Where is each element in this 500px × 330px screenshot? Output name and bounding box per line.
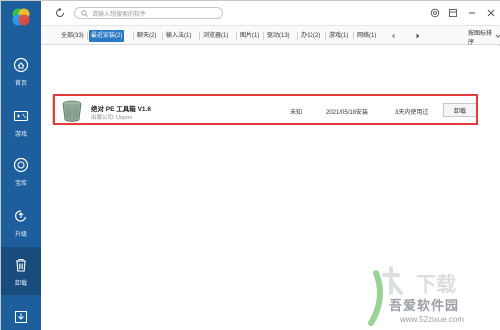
search-icon (81, 9, 88, 17)
usage-info: 3天内使用过 (395, 110, 429, 116)
toolbox-app-icon (61, 99, 83, 123)
tab-divider (87, 32, 88, 40)
app-window: 首页 游戏 宝库 升级 卸载 请输入想搜索的软件 全部(33) 最近安装(2) … (0, 0, 500, 330)
sidebar-item-treasure[interactable]: 宝库 (1, 147, 41, 195)
sidebar-item-games[interactable]: 游戏 (1, 98, 41, 146)
watermark-text: 吾爱软件园 (389, 298, 460, 313)
tab-divider (325, 32, 326, 40)
tab-driver[interactable]: 驱动(13) (265, 30, 292, 42)
tab-recent[interactable]: 最近安装(2) (89, 30, 125, 42)
download-button[interactable] (1, 305, 41, 330)
sidebar-item-label: 卸载 (14, 280, 27, 287)
install-date: 2021/05/18安装 (326, 110, 369, 116)
list-item[interactable]: 绝对 PE 工具箱 V1.6 出版公司: Uepon 未知 2021/05/18… (52, 95, 478, 124)
tab-divider (199, 32, 200, 40)
watermark-logo-text: 下载 (416, 272, 456, 296)
tab-network[interactable]: 网络(1) (355, 30, 378, 42)
refresh-icon[interactable] (54, 7, 66, 19)
sort-dropdown[interactable]: 按图标排序 (468, 31, 500, 46)
tab-chat[interactable]: 聊天(2) (135, 30, 158, 42)
home-icon (12, 56, 30, 74)
top-bar: 请输入想搜索的软件 (41, 1, 500, 25)
search-placeholder: 请输入想搜索的软件 (92, 11, 147, 18)
app-size: 未知 (290, 110, 303, 116)
search-input[interactable]: 请输入想搜索的软件 (74, 7, 223, 19)
chevron-down-icon (495, 33, 500, 41)
minimize-icon[interactable] (466, 7, 477, 18)
tab-all[interactable]: 全部(33) (59, 30, 86, 42)
tab-image[interactable]: 图片(1) (238, 30, 261, 42)
tab-divider (353, 32, 354, 40)
treasure-icon (12, 156, 30, 174)
tab-office[interactable]: 办公(2) (299, 30, 322, 42)
skin-icon[interactable] (447, 7, 458, 18)
tab-divider (236, 32, 237, 40)
sidebar: 首页 游戏 宝库 升级 卸载 (1, 1, 41, 330)
app-logo-icon (11, 7, 31, 27)
tab-prev-icon[interactable] (389, 32, 397, 40)
settings-icon[interactable] (429, 7, 440, 18)
tab-input-method[interactable]: 输入法(1) (164, 30, 193, 42)
category-tabs: 全部(33) 最近安装(2) 聊天(2) 输入法(1) 浏览器(1) 图片(1)… (41, 25, 500, 46)
sidebar-item-label: 宝库 (14, 180, 27, 187)
tab-divider (162, 32, 163, 40)
sidebar-item-home[interactable]: 首页 (1, 47, 41, 95)
tab-divider (133, 32, 134, 40)
tab-games[interactable]: 游戏(1) (327, 30, 350, 42)
close-icon[interactable] (485, 7, 496, 18)
trash-icon (12, 256, 30, 274)
sidebar-item-uninstall[interactable]: 卸载 (1, 247, 41, 295)
sidebar-item-upgrade[interactable]: 升级 (1, 198, 41, 246)
app-publisher: 出版公司: Uepon (91, 115, 133, 121)
upgrade-icon (12, 207, 30, 225)
sort-label: 按图标排序 (468, 30, 493, 46)
tab-divider (297, 32, 298, 40)
sidebar-item-label: 首页 (14, 80, 27, 87)
gamepad-icon (12, 107, 30, 125)
tab-browser[interactable]: 浏览器(1) (201, 30, 230, 42)
sidebar-item-label: 升级 (14, 231, 27, 238)
sidebar-item-label: 游戏 (14, 131, 27, 138)
download-icon (14, 310, 28, 326)
app-name: 绝对 PE 工具箱 V1.6 (91, 106, 151, 113)
tab-divider (263, 32, 264, 40)
tab-next-icon[interactable] (414, 32, 422, 40)
uninstall-button[interactable]: 卸载 (443, 103, 477, 117)
watermark-url: www.52zixue.com (400, 315, 465, 324)
